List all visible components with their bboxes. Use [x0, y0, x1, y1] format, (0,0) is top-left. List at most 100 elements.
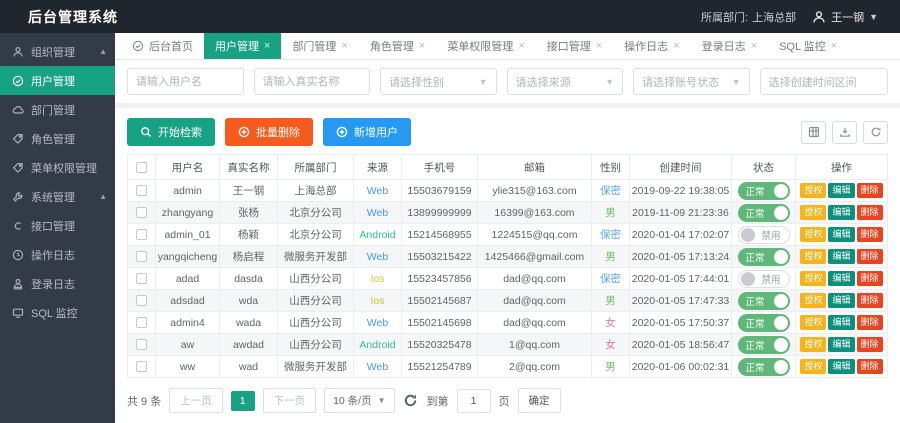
authorize-button[interactable]: 授权	[800, 227, 826, 242]
status-toggle[interactable]: 正常	[738, 292, 790, 310]
sidebar-item-role-management[interactable]: 角色管理	[0, 124, 115, 153]
sidebar-item-login-log[interactable]: 登录日志	[0, 269, 115, 298]
delete-button[interactable]: 删除	[857, 315, 883, 330]
date-range-picker[interactable]: 选择创建时间区间	[760, 68, 888, 95]
add-user-button[interactable]: 新增用户	[323, 118, 411, 146]
edit-button[interactable]: 编辑	[828, 359, 854, 374]
row-checkbox[interactable]	[136, 295, 147, 306]
sidebar-item-interface-management[interactable]: 接口管理	[0, 211, 115, 240]
authorize-button[interactable]: 授权	[800, 205, 826, 220]
monitor-icon	[12, 307, 24, 319]
row-checkbox[interactable]	[136, 339, 147, 350]
status-select-placeholder: 请选择账号状态	[642, 74, 719, 90]
close-icon[interactable]: ×	[831, 41, 837, 52]
authorize-button[interactable]: 授权	[800, 249, 826, 264]
row-checkbox[interactable]	[136, 361, 147, 372]
next-page-button[interactable]: 下一页	[263, 388, 317, 413]
sidebar-item-user-management[interactable]: 用户管理	[0, 66, 115, 95]
select-all-checkbox[interactable]	[136, 162, 147, 173]
refresh-button[interactable]	[863, 121, 888, 144]
cell-realname: awdad	[220, 334, 278, 356]
authorize-button[interactable]: 授权	[800, 293, 826, 308]
batch-delete-button[interactable]: 批量删除	[225, 118, 313, 146]
delete-button[interactable]: 删除	[857, 337, 883, 352]
delete-button[interactable]: 删除	[857, 359, 883, 374]
edit-button[interactable]: 编辑	[828, 293, 854, 308]
prev-page-button[interactable]: 上一页	[169, 388, 223, 413]
tab-role-management[interactable]: 角色管理 ×	[359, 33, 436, 59]
status-toggle[interactable]: 正常	[738, 204, 790, 222]
tab-department-management[interactable]: 部门管理 ×	[281, 33, 358, 59]
sidebar-item-department-management[interactable]: 部门管理	[0, 95, 115, 124]
gender-select[interactable]: 请选择性别 ▼	[380, 68, 497, 95]
sidebar-item-menu-permission-management[interactable]: 菜单权限管理	[0, 153, 115, 182]
close-icon[interactable]: ×	[341, 41, 347, 52]
close-icon[interactable]: ×	[518, 41, 524, 52]
authorize-button[interactable]: 授权	[800, 337, 826, 352]
authorize-button[interactable]: 授权	[800, 315, 826, 330]
delete-button[interactable]: 删除	[857, 183, 883, 198]
reload-button[interactable]	[403, 393, 419, 409]
row-checkbox[interactable]	[136, 251, 147, 262]
status-toggle[interactable]: 正常	[738, 358, 790, 376]
status-toggle[interactable]: 正常	[738, 182, 790, 200]
source-select[interactable]: 请选择来源 ▼	[507, 68, 624, 95]
delete-button[interactable]: 删除	[857, 205, 883, 220]
page-size-select[interactable]: 10 条/页 ▼	[324, 388, 394, 413]
sidebar-item-operation-log[interactable]: 操作日志	[0, 240, 115, 269]
tab-operation-log[interactable]: 操作日志 ×	[613, 33, 690, 59]
status-toggle[interactable]: 正常	[738, 248, 790, 266]
edit-button[interactable]: 编辑	[828, 271, 854, 286]
tab-user-management[interactable]: 用户管理 ×	[204, 33, 281, 59]
tab-interface-management[interactable]: 接口管理 ×	[536, 33, 613, 59]
export-button[interactable]	[832, 121, 857, 144]
close-icon[interactable]: ×	[751, 41, 757, 52]
row-checkbox[interactable]	[136, 207, 147, 218]
cell-actions: 授权编辑删除	[796, 202, 888, 224]
jump-page-input[interactable]	[457, 389, 491, 413]
edit-button[interactable]: 编辑	[828, 315, 854, 330]
sidebar-group-organization[interactable]: 组织管理 ▲	[0, 37, 115, 66]
tab-sql-monitor[interactable]: SQL 监控 ×	[768, 33, 848, 59]
sidebar-item-label: 用户管理	[31, 73, 75, 89]
close-icon[interactable]: ×	[673, 41, 679, 52]
username-input[interactable]	[136, 76, 235, 88]
delete-button[interactable]: 删除	[857, 249, 883, 264]
row-checkbox[interactable]	[136, 317, 147, 328]
status-select[interactable]: 请选择账号状态 ▼	[633, 68, 750, 95]
user-menu[interactable]: 王一钢 ▼	[812, 9, 878, 25]
tab-home[interactable]: 后台首页	[121, 33, 204, 59]
close-icon[interactable]: ×	[419, 41, 425, 52]
close-icon[interactable]: ×	[264, 41, 270, 52]
edit-button[interactable]: 编辑	[828, 183, 854, 198]
status-toggle[interactable]: 禁用	[738, 226, 790, 244]
row-checkbox[interactable]	[136, 185, 147, 196]
authorize-button[interactable]: 授权	[800, 271, 826, 286]
edit-button[interactable]: 编辑	[828, 205, 854, 220]
edit-button[interactable]: 编辑	[828, 249, 854, 264]
authorize-button[interactable]: 授权	[800, 359, 826, 374]
status-toggle[interactable]: 禁用	[738, 270, 790, 288]
close-icon[interactable]: ×	[596, 41, 602, 52]
edit-button[interactable]: 编辑	[828, 227, 854, 242]
delete-button[interactable]: 删除	[857, 227, 883, 242]
sidebar-item-sql-monitor[interactable]: SQL 监控	[0, 298, 115, 327]
tab-menu-permission-management[interactable]: 菜单权限管理 ×	[436, 33, 535, 59]
check-circle-icon	[12, 75, 24, 87]
authorize-button[interactable]: 授权	[800, 183, 826, 198]
delete-button[interactable]: 删除	[857, 271, 883, 286]
status-toggle[interactable]: 正常	[738, 314, 790, 332]
status-toggle[interactable]: 正常	[738, 336, 790, 354]
confirm-button[interactable]: 确定	[518, 388, 561, 413]
row-checkbox[interactable]	[136, 229, 147, 240]
realname-input[interactable]	[263, 76, 362, 88]
row-checkbox[interactable]	[136, 273, 147, 284]
page-number-button[interactable]: 1	[231, 391, 255, 411]
sidebar-group-label: 系统管理	[31, 189, 75, 205]
delete-button[interactable]: 删除	[857, 293, 883, 308]
edit-button[interactable]: 编辑	[828, 337, 854, 352]
columns-button[interactable]	[801, 121, 826, 144]
tab-login-log[interactable]: 登录日志 ×	[691, 33, 768, 59]
search-button[interactable]: 开始检索	[127, 118, 215, 146]
sidebar-group-system[interactable]: 系统管理 ▲	[0, 182, 115, 211]
